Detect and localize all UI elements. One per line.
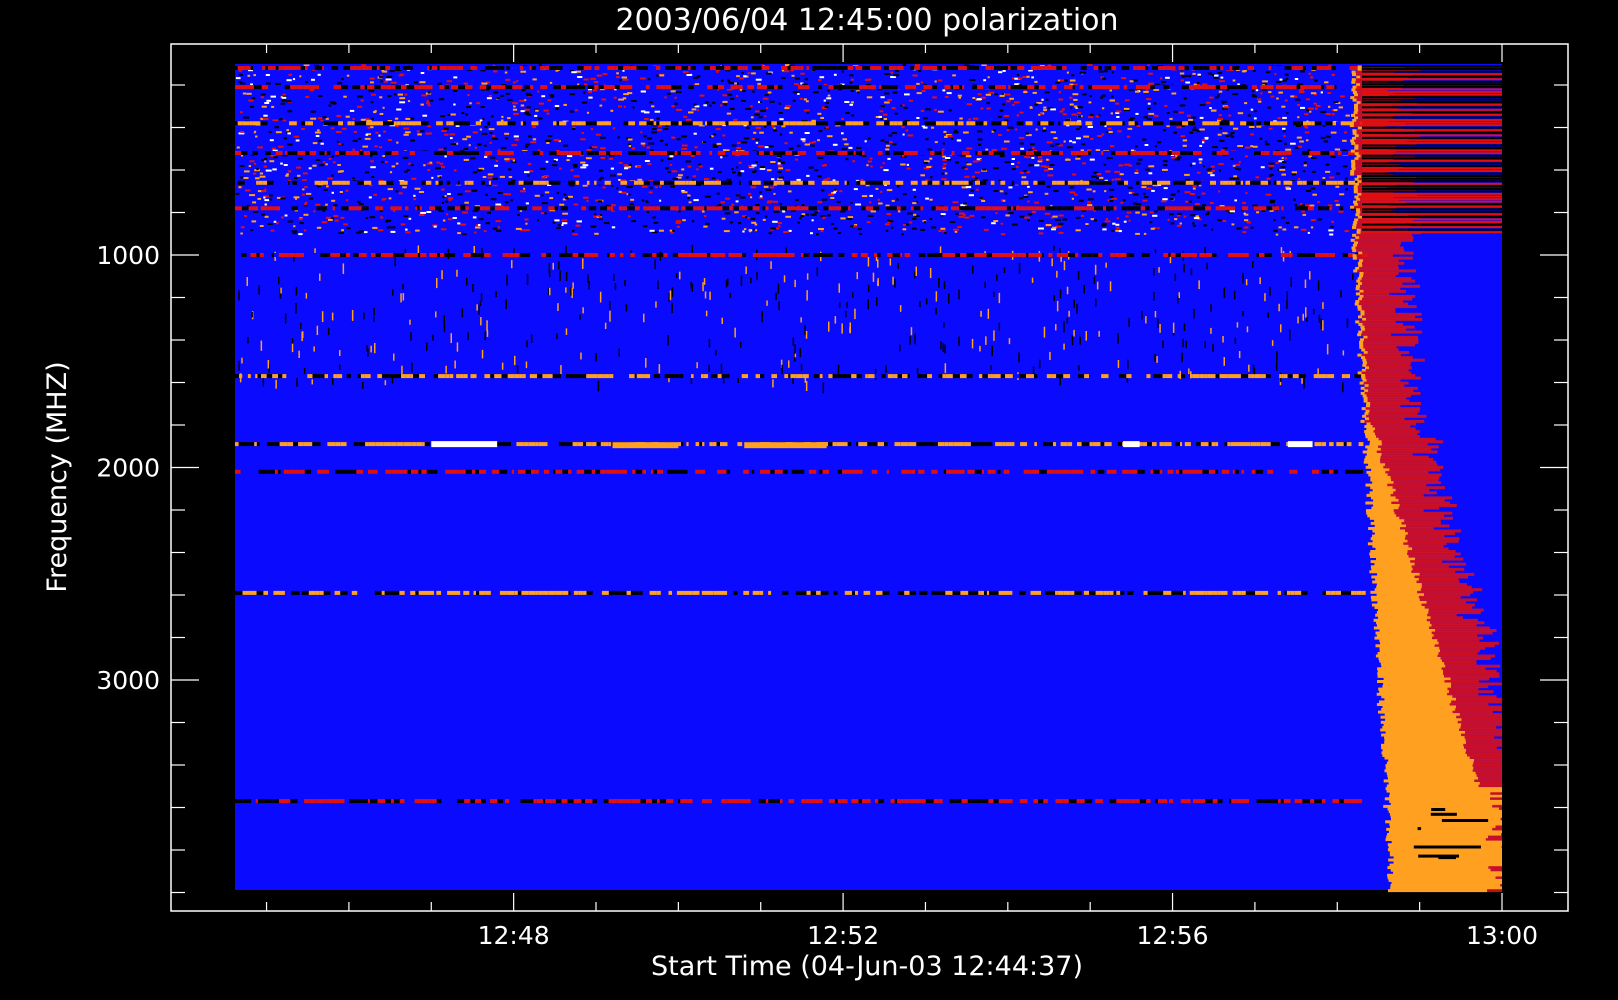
- y-tick-label: 2000: [96, 454, 160, 483]
- white-segment: [431, 441, 498, 448]
- x-tick-label: 13:00: [1466, 921, 1538, 950]
- white-segment: [1123, 441, 1140, 448]
- x-axis-label: Start Time (04-Jun-03 12:44:37): [651, 951, 1083, 982]
- orange-segment: [744, 442, 827, 449]
- y-axis-label: Frequency (MHZ): [42, 361, 73, 592]
- white-segment: [1287, 441, 1313, 448]
- band-380: [235, 121, 1363, 126]
- band-1570: [235, 374, 1365, 379]
- band-2590: [235, 590, 1366, 595]
- x-tick-label: 12:48: [478, 921, 550, 950]
- orange-segment: [612, 442, 679, 449]
- band-520: [235, 151, 1364, 155]
- chart-title: 2003/06/04 12:45:00 polarization: [615, 3, 1118, 38]
- y-tick-label: 3000: [96, 666, 160, 695]
- dynamic-spectrum-chart: 12:48 12:52 12:56 13:00 1000 2000 3000 2003/06…: [0, 0, 1618, 1000]
- band-660: [235, 180, 1363, 185]
- y-tick-label: 1000: [96, 241, 160, 270]
- x-tick-label: 12:52: [807, 921, 879, 950]
- x-tick-label: 12:56: [1137, 921, 1209, 950]
- band-120: [235, 66, 1365, 70]
- spectrogram-image: [235, 64, 1502, 924]
- band-1000: [235, 253, 1368, 257]
- band-780: [235, 206, 1365, 211]
- band-3570: [235, 799, 1363, 804]
- band-2020: [235, 469, 1363, 474]
- band-210: [235, 85, 1369, 90]
